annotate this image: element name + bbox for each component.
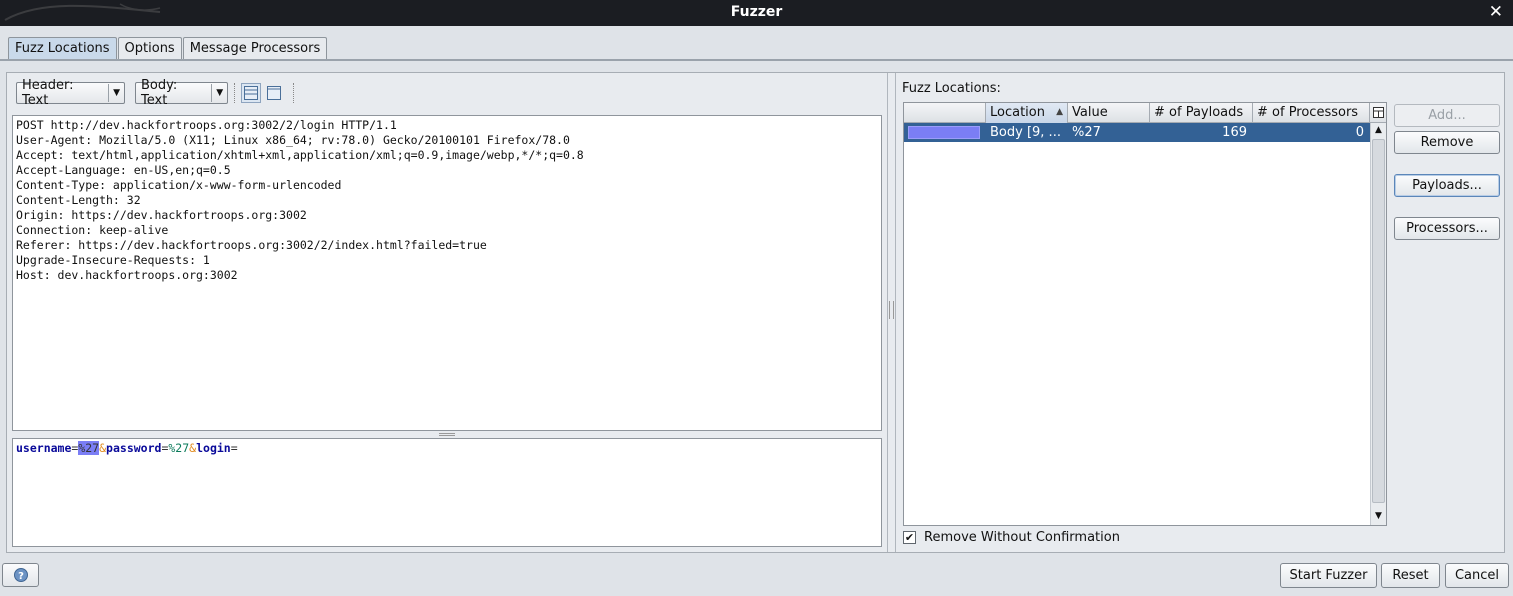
column-header-color[interactable] [904, 103, 986, 123]
start-fuzzer-button[interactable]: Start Fuzzer [1280, 563, 1377, 588]
fuzz-locations-label: Fuzz Locations: [902, 81, 1001, 96]
remove-button[interactable]: Remove [1394, 131, 1500, 154]
tab-fuzz-locations[interactable]: Fuzz Locations [8, 37, 117, 60]
remove-without-confirmation-label: Remove Without Confirmation [924, 529, 1120, 545]
fuzz-locations-pane: Fuzz Locations: Location ▲ Value # of Pa… [896, 73, 1504, 552]
tab-divider [0, 59, 1513, 61]
split-vertical-icon [244, 86, 258, 100]
tab-message-processors[interactable]: Message Processors [182, 37, 328, 60]
window-title: Fuzzer [730, 4, 783, 20]
body-param-key: username [16, 441, 72, 455]
add-button[interactable]: Add... [1394, 104, 1500, 127]
remove-without-confirmation-checkbox[interactable]: ✔ [903, 530, 916, 544]
column-header-label: Location [990, 105, 1045, 120]
sort-ascending-icon: ▲ [1056, 107, 1063, 117]
column-control-icon[interactable] [1370, 103, 1386, 123]
body-param-key: password [106, 441, 162, 455]
chevron-down-icon: ▼ [211, 84, 227, 102]
close-icon[interactable]: ✕ [1489, 2, 1503, 22]
location-cell: Body [9, ... [990, 125, 1061, 140]
body-equals: = [230, 441, 238, 455]
value-cell: %27 [1072, 125, 1101, 140]
payloads-button[interactable]: Payloads... [1394, 174, 1500, 197]
body-param-value: %27 [168, 441, 190, 455]
body-view-value: Body: Text [141, 78, 178, 108]
help-icon: ? [13, 568, 28, 582]
table-row[interactable]: Body [9, ... %27 169 0 [904, 123, 1370, 142]
column-header-value[interactable]: Value [1068, 103, 1150, 123]
request-body-editor[interactable]: username=%27&password=%27&login= [12, 438, 882, 547]
column-header-processors[interactable]: # of Processors [1253, 103, 1370, 123]
tab-options[interactable]: Options [117, 37, 182, 60]
header-view-select[interactable]: Header: Text ▼ [16, 78, 125, 108]
location-color-swatch [908, 126, 980, 139]
dialog-footer: ? Start Fuzzer Reset Cancel [0, 560, 1513, 590]
fuzz-location-highlight[interactable]: %27 [78, 441, 100, 455]
processors-button[interactable]: Processors... [1394, 217, 1500, 240]
fuzz-locations-panel: Header: Text ▼ Body: Text ▼ POST http://… [6, 72, 1505, 553]
scroll-down-icon[interactable]: ▼ [1371, 511, 1386, 523]
scrollbar-thumb[interactable] [1372, 139, 1385, 503]
table-scrollbar[interactable]: ▲ ▼ [1370, 123, 1386, 525]
request-pane: Header: Text ▼ Body: Text ▼ POST http://… [7, 73, 887, 552]
help-button[interactable]: ? [2, 563, 39, 587]
pane-divider[interactable] [887, 73, 896, 552]
reset-button[interactable]: Reset [1381, 563, 1440, 588]
cancel-button[interactable]: Cancel [1445, 563, 1509, 588]
single-pane-icon [267, 86, 281, 100]
editor-splitter[interactable] [12, 431, 882, 438]
column-header-location[interactable]: Location ▲ [986, 103, 1068, 123]
divider-grip [889, 301, 894, 319]
table-header: Location ▲ Value # of Payloads # of Proc… [904, 103, 1370, 123]
body-ampersand: & [99, 441, 107, 455]
svg-text:?: ? [18, 571, 24, 582]
request-header-editor[interactable]: POST http://dev.hackfortroops.org:3002/2… [12, 115, 882, 431]
header-view-value: Header: Text [22, 78, 74, 108]
body-view-select[interactable]: Body: Text ▼ [135, 78, 228, 108]
splitter-grip [439, 433, 455, 436]
body-param-key: login [196, 441, 231, 455]
processors-count-cell: 0 [1355, 125, 1364, 140]
toolbar-separator [293, 83, 294, 103]
tab-bar: Fuzz Locations Options Message Processor… [8, 37, 328, 60]
column-header-payloads[interactable]: # of Payloads [1150, 103, 1253, 123]
location-color-cell [904, 123, 986, 142]
split-view-button[interactable] [241, 83, 261, 103]
toolbar-separator [234, 83, 235, 103]
payloads-count-cell: 169 [1222, 125, 1247, 140]
fuzz-locations-table: Location ▲ Value # of Payloads # of Proc… [903, 102, 1387, 526]
request-toolbar: Header: Text ▼ Body: Text ▼ [16, 78, 300, 108]
single-view-button[interactable] [264, 83, 284, 103]
remove-without-confirmation-option: ✔ Remove Without Confirmation [903, 528, 1120, 546]
column-chooser-icon [1372, 107, 1384, 118]
chevron-down-icon: ▼ [108, 84, 124, 102]
title-bar: Fuzzer ✕ [0, 0, 1513, 26]
scroll-up-icon[interactable]: ▲ [1371, 125, 1386, 137]
